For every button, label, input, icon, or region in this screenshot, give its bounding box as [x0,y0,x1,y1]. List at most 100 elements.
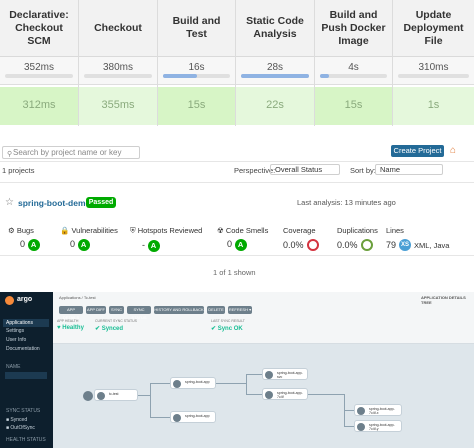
tree-node[interactable]: spring-boot-app [170,411,216,423]
filter-synced[interactable]: ■ Synced [6,417,27,423]
stage-average: 352ms [0,57,78,85]
history-rollback-button[interactable]: HISTORY AND ROLLBACK [154,306,204,314]
stage-column: Update Deployment File 310ms 1s [393,0,474,126]
coverage-metric[interactable]: Coverage 0.0% [283,226,319,251]
sync-button[interactable]: SYNC [109,306,124,314]
coverage-ring-icon [306,239,319,251]
stage-average: 16s [158,57,235,85]
pod-icon [357,407,365,415]
avg-bar [163,74,197,78]
sidebar-item-applications[interactable]: Applications [3,319,49,327]
sidebar-item-documentation[interactable]: Documentation [6,346,40,352]
sidebar-section: HEALTH STATUS [6,437,46,443]
lock-icon: 🔒 [60,226,70,235]
last-analysis: Last analysis: 13 minutes ago [297,198,396,207]
app-root-icon [83,391,93,401]
pod-icon [357,423,365,431]
stage-header: Update Deployment File [393,0,474,57]
avg-bar [320,74,330,78]
stage-run-cell[interactable]: 15s [158,87,235,125]
home-icon[interactable]: ⌂ [450,145,461,156]
stage-column: Checkout 380ms 355ms [79,0,158,126]
stage-average: 380ms [79,57,157,85]
view-label: APPLICATION DETAILS TREE [421,295,466,305]
tree-node[interactable]: spring-boot-app-7c4f-x [354,404,402,416]
sidebar: argo Applications Settings User Info Doc… [0,292,53,448]
stage-header: Build and Test [158,0,235,57]
deployment-icon [173,380,181,388]
sonarqube-projects: ⚲ Search by project name or key Create P… [0,140,474,284]
argocd-app-view: argo Applications Settings User Info Doc… [0,292,474,448]
argo-logo-icon [5,296,14,305]
shown-count: 1 of 1 shown [213,268,256,277]
app-logo: argo [17,296,33,303]
radiation-icon: ☢ [217,226,224,235]
stage-run-cell[interactable]: 1s [393,87,474,125]
stage-column: Build and Push Docker Image 4s 15s [315,0,393,126]
bug-icon: ⚙ [8,226,15,235]
app-diff-button[interactable]: APP DIFF [86,306,106,314]
stage-run-cell[interactable]: 312ms [0,87,78,125]
search-icon: ⚲ [7,151,13,158]
sidebar-item-settings[interactable]: Settings [6,328,24,334]
perspective-select[interactable]: Overall Status [270,164,340,175]
sidebar-section: SYNC STATUS [6,408,41,414]
projects-count: 1 projects [2,166,35,175]
sidebar-item-user-info[interactable]: User Info [6,337,26,343]
size-badge: XS [399,239,412,251]
stage-header: Build and Push Docker Image [315,0,392,57]
stage-header: Static Code Analysis [236,0,314,57]
stage-column: Static Code Analysis 28s 22s [236,0,315,126]
status-badge: Passed [86,197,116,208]
last-sync-result[interactable]: ✔ Sync OK [211,325,243,332]
sidebar-section: NAME [6,364,21,370]
rating-grade: A [27,239,40,251]
stage-average: 28s [236,57,314,85]
create-project-button[interactable]: Create Project ▾ [391,145,444,167]
tree-node[interactable]: tc-test [94,389,138,401]
health-status: ♥ Healthy [57,325,84,331]
duplications-metric[interactable]: Duplications 0.0% [337,226,378,251]
lines-metric[interactable]: Lines 79 XS XML, Java [386,226,449,251]
stage-header: Checkout [79,0,157,57]
hotspots-metric[interactable]: ⛨ Hotspots Reviewed - A [130,226,202,252]
stage-run-cell[interactable]: 15s [315,87,392,125]
duplications-ring-icon [360,239,373,251]
shield-icon: ⛨ [130,226,136,235]
tree-node[interactable]: spring-boot-app [170,377,216,389]
search-input[interactable]: ⚲ Search by project name or key [2,146,140,159]
endpoint-icon [265,371,273,379]
breadcrumb[interactable]: Applications / Tc-test [59,295,96,300]
filter-outofsync[interactable]: ■ OutOfSync [6,425,35,431]
stage-average: 4s [315,57,392,85]
code-smells-metric[interactable]: ☢ Code Smells 0 A [217,226,268,251]
stage-average: 310ms [393,57,474,85]
avg-bar [241,74,309,78]
stage-column: Build and Test 16s 15s [158,0,236,126]
project-name-link[interactable]: spring-boot-demo [18,198,91,208]
refresh-button[interactable]: REFRESH ▾ [228,306,252,314]
vulnerabilities-metric[interactable]: 🔒 Vulnerabilities 0 A [60,226,118,251]
jenkins-stage-view: Declarative: Checkout SCM 352ms 312ms Ch… [0,0,474,128]
app-header: Applications / Tc-test APPLICATION DETAI… [53,292,474,344]
app-icon [97,392,105,400]
sort-label: Sort by: [350,166,376,175]
rating-grade: A [77,239,90,251]
name-filter-input[interactable] [5,372,47,379]
sync-status[interactable]: ✔ Synced [95,325,123,332]
delete-button[interactable]: DELETE [207,306,225,314]
stage-run-cell[interactable]: 355ms [79,87,157,125]
service-icon [173,414,181,422]
sync-status-button[interactable]: SYNC STATUS [127,306,151,320]
tree-node[interactable]: spring-boot-app-7c4f [262,388,308,400]
app-details-button[interactable]: APP DETAILS [59,306,83,320]
sort-select[interactable]: Name [375,164,443,175]
star-icon[interactable]: ☆ [5,197,14,208]
stage-header: Declarative: Checkout SCM [0,0,78,57]
stage-run-cell[interactable]: 22s [236,87,314,125]
tree-node[interactable]: spring-boot-app-svc [262,368,308,380]
rating-grade: A [147,240,160,252]
bugs-metric[interactable]: ⚙ Bugs 0 A [8,226,40,251]
tree-node[interactable]: spring-boot-app-7c4f-y [354,420,402,432]
replicaset-icon [265,391,273,399]
